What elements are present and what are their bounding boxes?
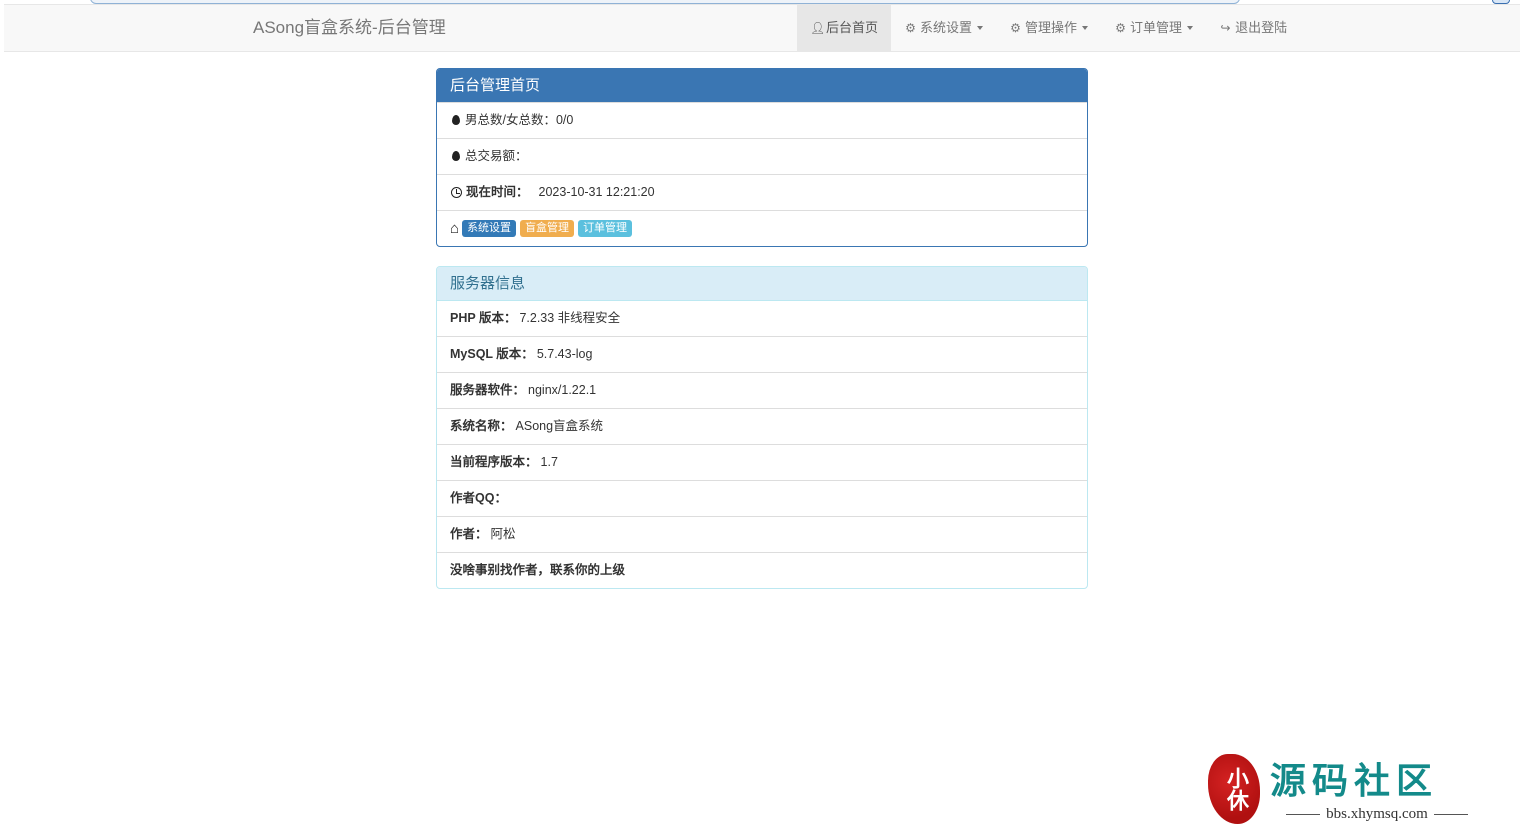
- trade-total-row: 总交易额：: [437, 138, 1087, 174]
- watermark-seal: 小休: [1208, 754, 1260, 824]
- server-row-label: 没啥事别找作者，联系你的上级: [450, 563, 626, 577]
- server-row-label: 当前程序版本：: [450, 455, 538, 469]
- server-row-version: 当前程序版本： 1.7: [437, 444, 1087, 480]
- brand-title[interactable]: ASong盲盒系统-后台管理: [253, 5, 446, 51]
- gender-count-label: 男总数/女总数：: [465, 113, 556, 127]
- shortcut-blindbox-management[interactable]: 盲盒管理: [520, 220, 575, 237]
- nav-item-logout[interactable]: ↪︎ 退出登陆: [1206, 5, 1300, 51]
- server-row-value: 5.7.43-log: [536, 347, 593, 361]
- home-icon: ⌂: [450, 220, 460, 237]
- server-info-panel: 服务器信息 PHP 版本： 7.2.33 非线程安全 MySQL 版本： 5.7…: [436, 266, 1088, 589]
- caret-down-icon: [1082, 26, 1089, 30]
- server-row-label: 作者QQ：: [450, 491, 507, 505]
- current-time-value: 2023-10-31 12:21:20: [538, 185, 655, 199]
- server-row-value: 1.7: [540, 455, 558, 469]
- gear-icon: ⚙︎: [905, 21, 916, 35]
- nav-item-label: 系统设置: [920, 20, 973, 35]
- server-row-label: 作者：: [450, 527, 488, 541]
- tint-icon: [452, 150, 460, 161]
- nav-item-orders[interactable]: ⚙︎ 订单管理: [1101, 5, 1206, 51]
- nav-item-home[interactable]: 👤︎ 后台首页: [797, 5, 892, 51]
- nav-item-label: 退出登陆: [1235, 20, 1288, 35]
- nav-menu: 👤︎ 后台首页 ⚙︎ 系统设置 ⚙︎ 管理操作 ⚙︎ 订单管理 ↪︎ 退出登陆: [797, 5, 1300, 51]
- trade-total-label: 总交易额：: [465, 149, 528, 163]
- shortcut-order-management[interactable]: 订单管理: [578, 220, 633, 237]
- server-row-label: PHP 版本：: [450, 311, 517, 325]
- server-row-notice: 没啥事别找作者，联系你的上级: [437, 552, 1087, 588]
- server-row-value: 阿松: [490, 527, 516, 541]
- shortcut-system-settings[interactable]: 系统设置: [462, 220, 517, 237]
- watermark-url: bbs.xhymsq.com: [1266, 806, 1488, 823]
- server-row-software: 服务器软件： nginx/1.22.1: [437, 372, 1087, 408]
- server-row-label: 系统名称：: [450, 419, 513, 433]
- server-row-author: 作者： 阿松: [437, 516, 1087, 552]
- tint-icon: [452, 114, 460, 125]
- user-icon: 👤︎: [810, 21, 826, 35]
- home-panel: 后台管理首页 男总数/女总数： 0/0 总交易额： 现在时间： 2023-10-…: [436, 68, 1088, 247]
- current-time-label: 现在时间：: [466, 185, 529, 199]
- nav-item-label: 后台首页: [826, 20, 879, 35]
- gender-count-value: 0/0: [555, 113, 574, 127]
- watermark: 小休 源码社区 bbs.xhymsq.com: [1206, 748, 1496, 830]
- server-row-system-name: 系统名称： ASong盲盒系统: [437, 408, 1087, 444]
- gender-count-row: 男总数/女总数： 0/0: [437, 102, 1087, 138]
- shortcut-row: ⌂ 系统设置 盲盒管理 订单管理: [437, 210, 1087, 246]
- nav-item-label: 管理操作: [1025, 20, 1078, 35]
- server-row-author-qq: 作者QQ：: [437, 480, 1087, 516]
- caret-down-icon: [977, 26, 984, 30]
- nav-item-management[interactable]: ⚙︎ 管理操作: [996, 5, 1101, 51]
- gear-icon: ⚙︎: [1115, 21, 1126, 35]
- server-row-value: 7.2.33 非线程安全: [519, 311, 621, 325]
- caret-down-icon: [1187, 26, 1194, 30]
- nav-item-label: 订单管理: [1130, 20, 1183, 35]
- home-panel-title: 后台管理首页: [437, 69, 1087, 102]
- server-row-label: 服务器软件：: [450, 383, 526, 397]
- clock-icon: [451, 187, 462, 198]
- server-info-title: 服务器信息: [437, 267, 1087, 301]
- server-row-php: PHP 版本： 7.2.33 非线程安全: [437, 301, 1087, 336]
- logout-icon: ↪︎: [1220, 21, 1231, 35]
- server-row-mysql: MySQL 版本： 5.7.43-log: [437, 336, 1087, 372]
- server-row-label: MySQL 版本：: [450, 347, 534, 361]
- current-time-row: 现在时间： 2023-10-31 12:21:20: [437, 174, 1087, 210]
- navbar: ASong盲盒系统-后台管理 👤︎ 后台首页 ⚙︎ 系统设置 ⚙︎ 管理操作 ⚙…: [4, 4, 1520, 52]
- watermark-title: 源码社区: [1270, 761, 1439, 802]
- nav-item-system-settings[interactable]: ⚙︎ 系统设置: [891, 5, 996, 51]
- gear-icon: ⚙︎: [1010, 21, 1021, 35]
- server-row-value: ASong盲盒系统: [515, 419, 604, 433]
- server-row-value: nginx/1.22.1: [528, 383, 597, 397]
